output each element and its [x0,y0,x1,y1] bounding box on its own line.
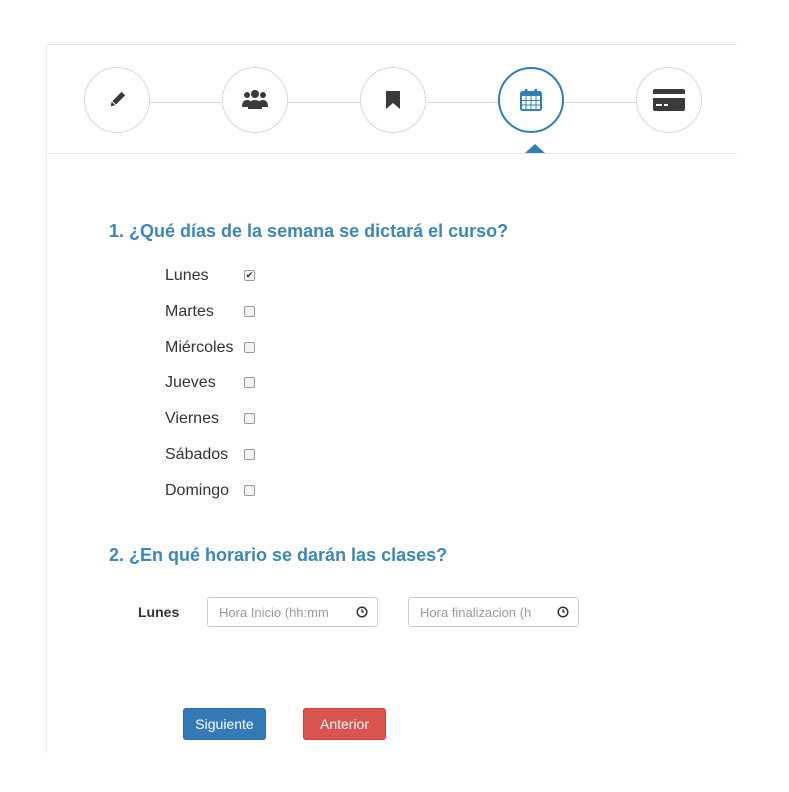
day-label: Sábados [165,446,229,463]
step-1-details[interactable] [84,67,150,133]
wizard-stepper [47,45,737,154]
credit-card-icon [653,89,685,111]
day-label: Lunes [165,267,209,284]
schedule-day-label: Lunes [138,604,180,620]
step-connector [150,102,222,103]
question-1-title: 1. ¿Qué días de la semana se dictará el … [109,221,509,241]
start-time-field [207,597,378,627]
day-checkbox-monday[interactable]: ✔ [244,270,255,281]
clock-icon[interactable] [557,606,569,618]
day-checkbox-friday[interactable] [244,413,255,424]
users-icon [242,90,268,109]
day-label: Viernes [165,410,219,427]
day-label: Domingo [165,482,230,499]
step-connector [288,102,360,103]
start-time-input[interactable] [208,598,349,626]
step-4-schedule[interactable] [498,67,564,133]
step-connector [564,102,636,103]
bookmark-icon [386,91,400,109]
previous-button[interactable]: Anterior [303,708,386,740]
calendar-icon [520,89,542,111]
step-5-payment[interactable] [636,67,702,133]
day-label: Jueves [165,374,216,391]
day-checkbox-thursday[interactable] [244,377,255,388]
end-time-field [408,597,579,627]
day-checkbox-sunday[interactable] [244,485,255,496]
question-2-title: 2. ¿En qué horario se darán las clases? [109,545,448,565]
day-checkbox-saturday[interactable] [244,449,255,460]
step-connector [426,102,498,103]
day-label: Martes [165,303,214,320]
active-step-pointer [525,144,545,153]
step-2-participants[interactable] [222,67,288,133]
step-3-category[interactable] [360,67,426,133]
clock-icon[interactable] [356,606,368,618]
wizard-panel: 1. ¿Qué días de la semana se dictará el … [46,44,737,753]
day-checkbox-tuesday[interactable] [244,306,255,317]
next-button[interactable]: Siguiente [183,708,266,740]
day-label: Miércoles [165,339,234,356]
day-checkbox-wednesday[interactable] [244,342,255,353]
end-time-input[interactable] [409,598,550,626]
pencil-icon [110,91,126,107]
